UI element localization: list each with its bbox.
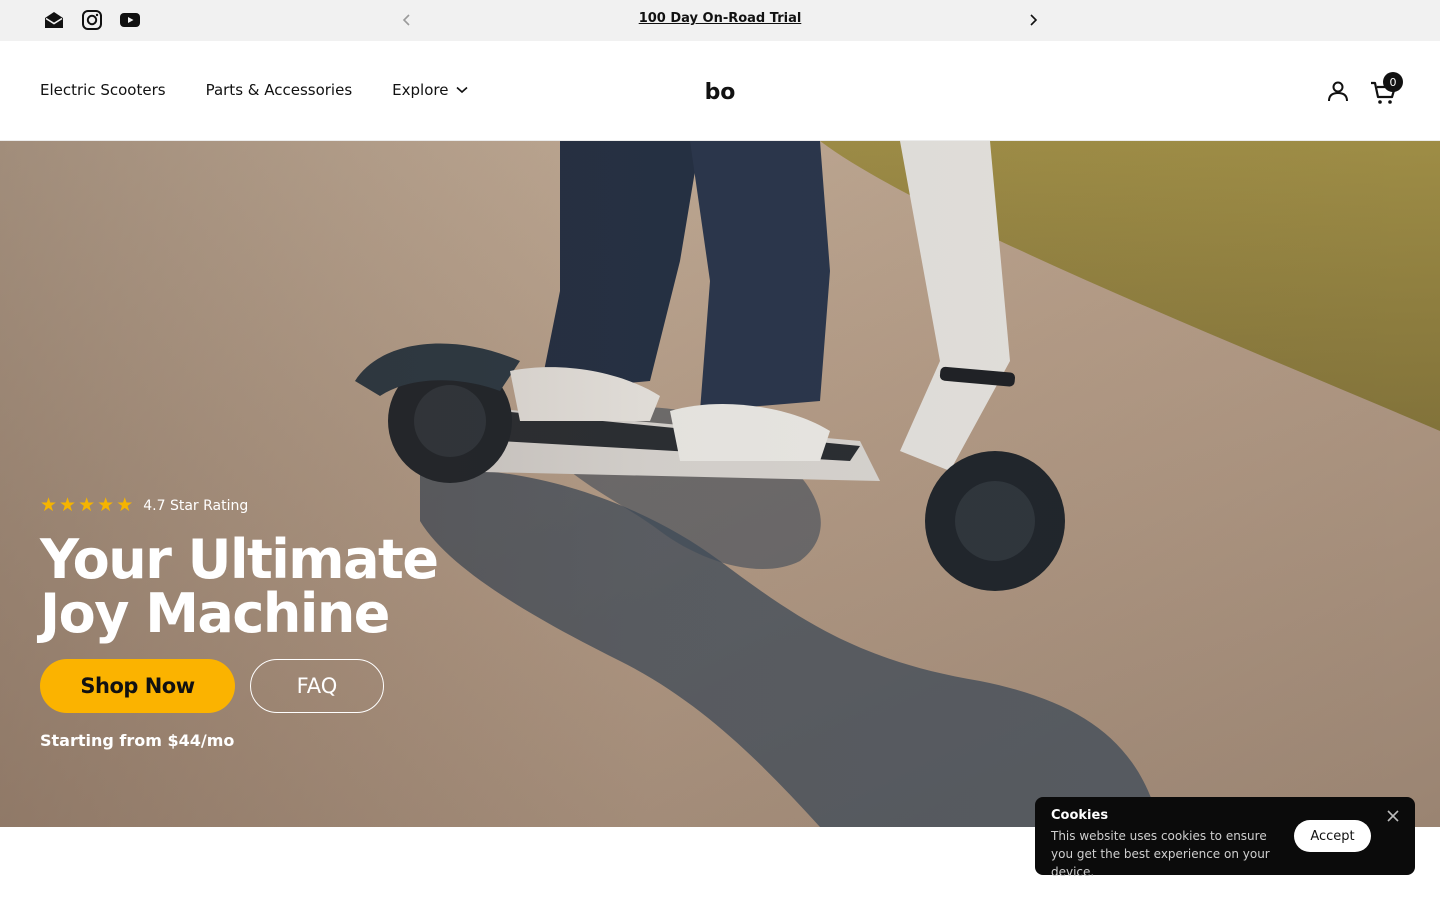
nav-label: Parts & Accessories	[205, 81, 353, 99]
hero-banner: ★ ★ ★ ★ ★ 4.7 Star Rating Your Ultimate …	[0, 141, 1440, 827]
announcement-next-button[interactable]	[1023, 10, 1043, 30]
star-icon: ★	[116, 494, 134, 516]
svg-text:bo: bo	[705, 80, 736, 105]
nav-parts-accessories[interactable]: Parts & Accessories	[206, 81, 353, 99]
cart-count-badge: 0	[1383, 72, 1403, 92]
bo-logo[interactable]: bo	[700, 77, 740, 105]
headline-line-1: Your Ultimate	[40, 528, 439, 591]
close-icon[interactable]	[1385, 808, 1401, 824]
nav-label: Electric Scooters	[40, 81, 166, 99]
main-nav: Electric Scooters Parts & Accessories Ex…	[40, 81, 468, 99]
announcement-link[interactable]: 100 Day On-Road Trial	[639, 11, 802, 26]
rating-text: 4.7 Star Rating	[143, 497, 249, 514]
star-rating: ★ ★ ★ ★ ★ 4.7 Star Rating	[40, 496, 248, 515]
faq-button[interactable]: FAQ	[250, 659, 384, 713]
announcement-text: 100 Day On-Road Trial	[0, 11, 1440, 26]
star-icon: ★	[78, 494, 96, 516]
nav-explore[interactable]: Explore	[392, 81, 468, 99]
site-header: Electric Scooters Parts & Accessories Ex…	[0, 41, 1440, 141]
user-icon[interactable]	[1326, 79, 1350, 103]
shop-now-button[interactable]: Shop Now	[40, 659, 235, 713]
star-icon: ★	[40, 494, 58, 516]
stars: ★ ★ ★ ★ ★	[40, 496, 133, 515]
chevron-right-icon	[1030, 14, 1038, 26]
hero-headline: Your Ultimate Joy Machine	[40, 528, 439, 645]
cookie-banner: Cookies This website uses cookies to ens…	[1035, 797, 1415, 879]
cookie-title: Cookies	[1051, 808, 1109, 823]
price-note: Starting from $44/mo	[40, 731, 235, 750]
logo-mark: bo	[705, 80, 736, 105]
star-icon: ★	[59, 494, 77, 516]
cookie-message: This website uses cookies to ensure you …	[1051, 829, 1270, 879]
announcement-bar: 100 Day On-Road Trial	[0, 0, 1440, 41]
nav-electric-scooters[interactable]: Electric Scooters	[40, 81, 166, 99]
cookie-accept-button[interactable]: Accept	[1294, 820, 1371, 852]
nav-label: Explore	[392, 81, 449, 99]
chevron-down-icon	[456, 86, 468, 94]
hero-overlay	[0, 141, 1440, 827]
star-icon: ★	[97, 494, 115, 516]
headline-line-2: Joy Machine	[40, 582, 390, 645]
